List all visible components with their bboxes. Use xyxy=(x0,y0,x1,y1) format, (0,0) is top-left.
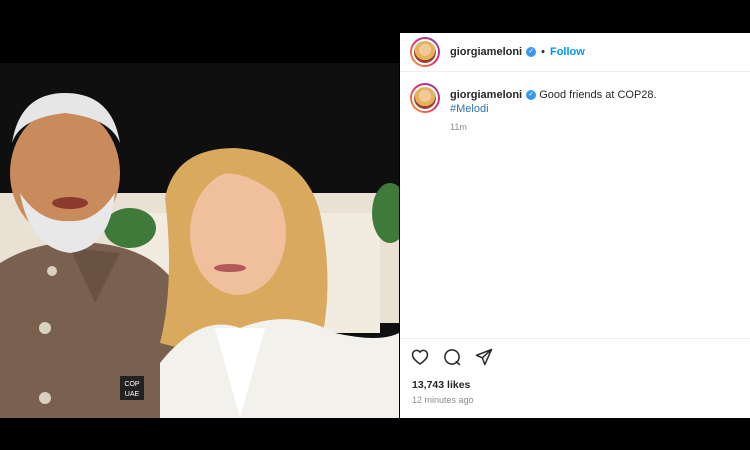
post-timestamp[interactable]: 12 minutes ago xyxy=(412,395,474,405)
avatar-image xyxy=(412,39,438,65)
verified-badge-icon: ✓ xyxy=(526,47,537,57)
heart-icon[interactable] xyxy=(410,347,430,367)
action-bar xyxy=(410,347,494,367)
badge-text-cop: COP xyxy=(124,381,140,388)
comment-icon[interactable] xyxy=(442,347,462,367)
badge-text-uae: UAE xyxy=(125,391,140,398)
follow-button[interactable]: Follow xyxy=(550,46,585,58)
caption-username-link[interactable]: giorgiameloni xyxy=(450,89,522,101)
post-photo-illustration: COP UAE xyxy=(0,63,399,418)
caption-avatar-image xyxy=(412,85,438,111)
post-photo[interactable]: COP UAE xyxy=(0,63,399,418)
post-header: giorgiameloni ✓ • Follow xyxy=(400,33,750,72)
caption-relative-time: 11m xyxy=(450,122,467,132)
hashtag-link[interactable]: #Melodi xyxy=(450,102,657,116)
caption-avatar[interactable] xyxy=(410,83,440,113)
avatar[interactable] xyxy=(410,37,440,67)
likes-count[interactable]: 13,743 likes xyxy=(412,379,470,391)
caption-text: Good friends at COP28. xyxy=(539,89,657,101)
caption-row: giorgiameloni ✓ Good friends at COP28. #M… xyxy=(400,83,750,116)
caption-verified-badge-icon: ✓ xyxy=(526,90,537,101)
separator-dot: • xyxy=(541,46,545,58)
username-link[interactable]: giorgiameloni xyxy=(450,46,522,58)
share-icon[interactable] xyxy=(474,347,494,367)
post-panel: giorgiameloni ✓ • Follow giorgiameloni ✓ … xyxy=(400,33,750,418)
screenshot-frame: COP UAE giorgiameloni ✓ • Follow giorgia… xyxy=(0,0,750,450)
divider xyxy=(400,338,750,339)
caption: giorgiameloni ✓ Good friends at COP28. #M… xyxy=(450,88,657,116)
